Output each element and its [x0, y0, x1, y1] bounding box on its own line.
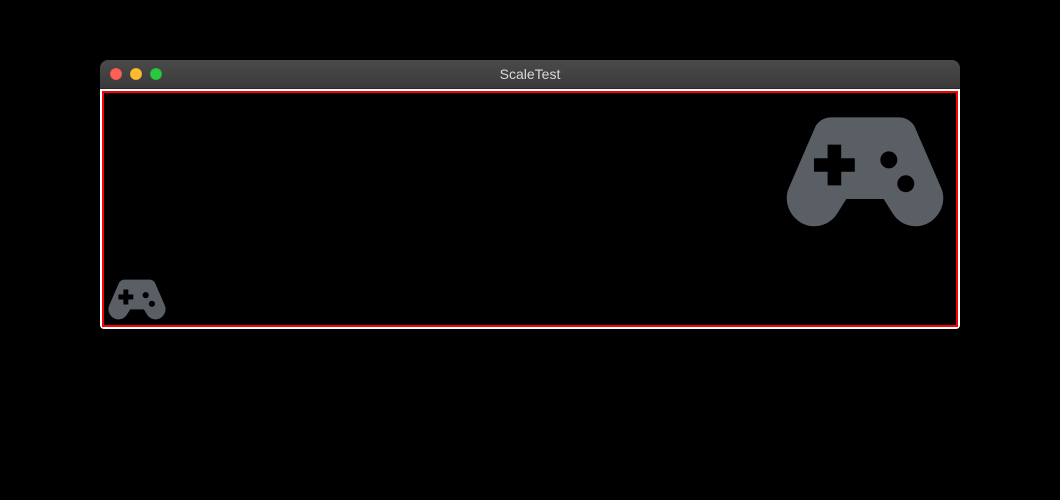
minimize-icon[interactable]	[130, 68, 142, 80]
window-title: ScaleTest	[100, 66, 960, 82]
scene-view	[102, 91, 958, 327]
game-controller-icon	[106, 271, 168, 323]
close-icon[interactable]	[110, 68, 122, 80]
content-outer	[100, 89, 960, 329]
app-window: ScaleTest	[100, 60, 960, 329]
traffic-lights	[100, 68, 162, 80]
zoom-icon[interactable]	[150, 68, 162, 80]
game-controller-icon	[780, 95, 950, 235]
titlebar[interactable]: ScaleTest	[100, 60, 960, 89]
